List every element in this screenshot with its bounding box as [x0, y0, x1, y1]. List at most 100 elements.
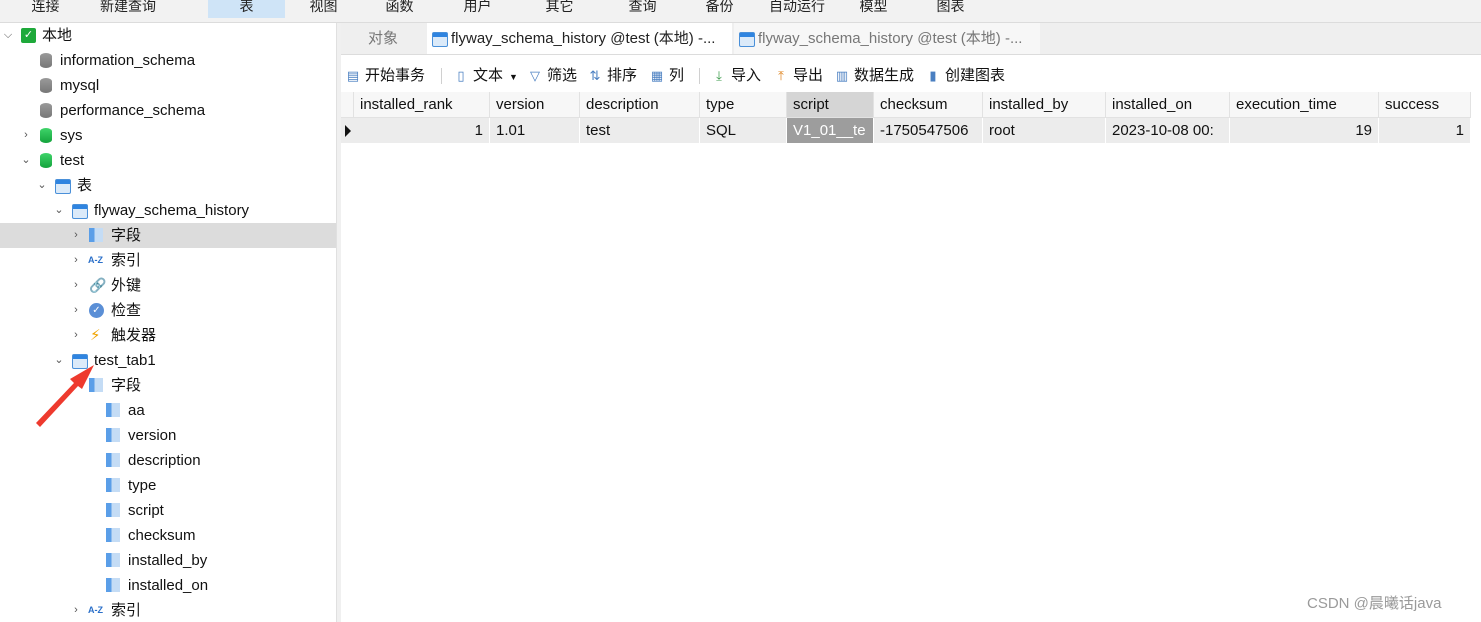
tab-objects[interactable]: 对象: [341, 23, 425, 54]
chevron-down-icon[interactable]: ⌄: [36, 173, 48, 198]
chevron-down-icon[interactable]: ⌄: [20, 148, 32, 173]
transaction-icon: ▤: [346, 68, 360, 83]
tree-indexes[interactable]: › A-Z 索引: [0, 248, 336, 273]
tree-field-installed-by[interactable]: installed_by: [0, 548, 336, 573]
toolbar-separator: [441, 68, 442, 84]
chevron-right-icon[interactable]: ›: [70, 298, 82, 323]
tree-field-type[interactable]: type: [0, 473, 336, 498]
table-row[interactable]: 1 1.01 test SQL V1_01__te -1750547506 ro…: [341, 118, 1471, 143]
chevron-right-icon[interactable]: ›: [70, 598, 82, 622]
menu-others[interactable]: 其它: [532, 0, 587, 18]
tree-label: test_tab1: [94, 352, 156, 369]
column-header[interactable]: installed_rank: [354, 92, 490, 117]
menu-automation[interactable]: 自动运行: [762, 0, 832, 18]
database-icon: [40, 53, 52, 68]
menu-tables[interactable]: 表: [208, 0, 285, 18]
tree-foreign-keys[interactable]: › 🔗 外键: [0, 273, 336, 298]
column-header[interactable]: script: [787, 92, 874, 117]
menu-views[interactable]: 视图: [296, 0, 351, 18]
tree-label: script: [128, 502, 164, 519]
tree-db-sys[interactable]: › sys: [0, 123, 336, 148]
grid-cell[interactable]: 1.01: [490, 118, 580, 143]
tree-tables-group[interactable]: ⌄ 表: [0, 173, 336, 198]
tree-db-mysql[interactable]: mysql: [0, 73, 336, 98]
tree-field-description[interactable]: description: [0, 448, 336, 473]
tree-field-script[interactable]: script: [0, 498, 336, 523]
tree-indexes-2[interactable]: › A-Z 索引: [0, 598, 336, 622]
column-icon: [106, 503, 120, 517]
data-generation-button[interactable]: ▥ 数据生成: [834, 62, 914, 90]
column-icon: [106, 403, 120, 417]
chart-icon: ▮: [929, 68, 937, 83]
grid-cell[interactable]: root: [983, 118, 1106, 143]
chevron-down-icon[interactable]: ⌵: [2, 23, 14, 48]
tree-label: 检查: [111, 302, 142, 319]
tree-triggers[interactable]: › ⚡ 触发器: [0, 323, 336, 348]
grid-cell[interactable]: SQL: [700, 118, 787, 143]
column-header[interactable]: execution_time: [1230, 92, 1379, 117]
column-header[interactable]: success: [1379, 92, 1471, 117]
data-grid: installed_rank version description type …: [341, 92, 1481, 622]
columns-button[interactable]: ▦ 列: [649, 62, 684, 90]
import-button[interactable]: ⤓ 导入: [711, 62, 761, 90]
tree-db-test[interactable]: ⌄ test: [0, 148, 336, 173]
database-icon: [40, 153, 52, 168]
tree-table-flyway[interactable]: ⌄ flyway_schema_history: [0, 198, 336, 223]
menu-query[interactable]: 查询: [615, 0, 670, 18]
grid-cell[interactable]: -1750547506: [874, 118, 983, 143]
tree-fields[interactable]: › 字段: [0, 223, 336, 248]
chevron-right-icon[interactable]: ›: [70, 323, 82, 348]
tree-label: sys: [60, 127, 83, 144]
begin-transaction-button[interactable]: ▤ 开始事务: [345, 62, 425, 90]
menu-new-query[interactable]: 新建查询: [86, 0, 170, 18]
document-icon: ▯: [457, 68, 465, 83]
grid-cell[interactable]: 1: [354, 118, 490, 143]
menu-functions[interactable]: 函数: [372, 0, 427, 18]
tree-db-information-schema[interactable]: information_schema: [0, 48, 336, 73]
tree-label: aa: [128, 402, 145, 419]
button-label: 创建图表: [945, 67, 1006, 84]
chevron-right-icon[interactable]: ›: [20, 123, 32, 148]
column-header[interactable]: version: [490, 92, 580, 117]
menu-charts[interactable]: 图表: [923, 0, 978, 18]
column-header[interactable]: installed_on: [1106, 92, 1230, 117]
column-header[interactable]: checksum: [874, 92, 983, 117]
tab-flyway-active[interactable]: flyway_schema_history @test (本地) -...: [427, 23, 732, 54]
grid-cell[interactable]: 19: [1230, 118, 1379, 143]
chevron-right-icon[interactable]: ›: [70, 273, 82, 298]
tree-checks[interactable]: › ✓ 检查: [0, 298, 336, 323]
chevron-right-icon[interactable]: ›: [70, 248, 82, 273]
create-chart-button[interactable]: ▮ 创建图表: [925, 62, 1005, 90]
menu-users[interactable]: 用户: [450, 0, 505, 18]
export-icon: ⤒: [778, 68, 784, 83]
chevron-down-icon[interactable]: ⌄: [53, 198, 65, 223]
tab-label: flyway_schema_history @test (本地) -...: [758, 30, 1023, 47]
column-header[interactable]: installed_by: [983, 92, 1106, 117]
menu-backup[interactable]: 备份: [692, 0, 747, 18]
button-label: 开始事务: [365, 67, 426, 84]
button-label: 列: [669, 67, 685, 84]
column-icon: [106, 578, 120, 592]
menu-connect[interactable]: 连接: [18, 0, 73, 18]
sort-button[interactable]: ⇅ 排序: [587, 62, 637, 90]
export-button[interactable]: ⤒ 导出: [773, 62, 823, 90]
tree-db-performance-schema[interactable]: performance_schema: [0, 98, 336, 123]
filter-button[interactable]: ▽ 筛选: [527, 62, 577, 90]
tree-field-installed-on[interactable]: installed_on: [0, 573, 336, 598]
grid-cell[interactable]: 2023-10-08 00:: [1106, 118, 1230, 143]
tab-flyway-query[interactable]: flyway_schema_history @test (本地) -...: [734, 23, 1040, 54]
menu-model[interactable]: 模型: [846, 0, 901, 18]
tree-label: 索引: [111, 602, 142, 619]
chevron-right-icon[interactable]: ›: [70, 223, 82, 248]
tree-connection-local[interactable]: ⌵ ✓ 本地: [0, 23, 336, 48]
grid-cell[interactable]: 1: [1379, 118, 1471, 143]
column-header[interactable]: type: [700, 92, 787, 117]
tree-field-checksum[interactable]: checksum: [0, 523, 336, 548]
text-button[interactable]: ▯ 文本 ▼: [453, 62, 518, 90]
grid-cell[interactable]: test: [580, 118, 700, 143]
column-header[interactable]: description: [580, 92, 700, 117]
red-arrow-annotation: [36, 365, 94, 427]
button-label: 筛选: [547, 67, 578, 84]
button-label: 数据生成: [854, 67, 915, 84]
grid-cell-selected[interactable]: V1_01__te: [787, 118, 874, 143]
